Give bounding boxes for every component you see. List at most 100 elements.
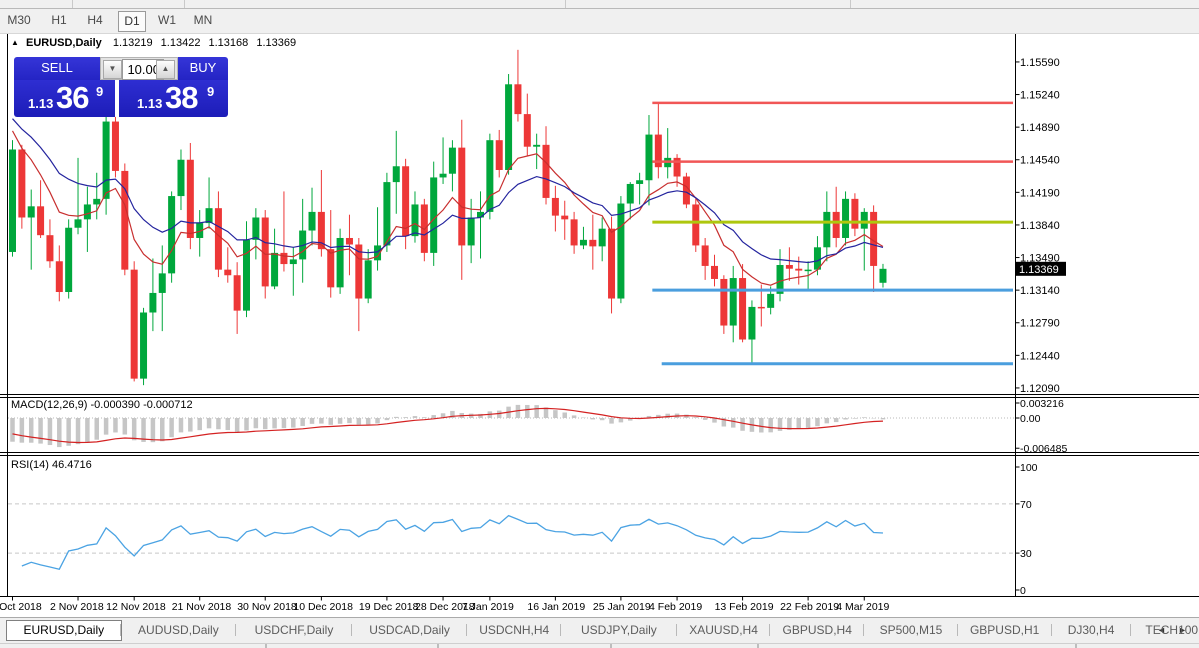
- candle-body: [345, 237, 353, 245]
- timeframe-toolbar: M30 H1 H4 D1 W1 MN: [0, 9, 1199, 34]
- rsi-line: [21, 514, 884, 570]
- volume-decrease-button[interactable]: ▼: [103, 60, 122, 79]
- candle-body: [570, 219, 578, 246]
- candle-body: [458, 147, 466, 246]
- candle-body: [168, 196, 176, 274]
- date-tick-label: 4 Feb 2019: [649, 601, 702, 613]
- macd-indicator-label: MACD(12,26,9) -0.000390 -0.000712: [11, 399, 193, 411]
- candle-body: [804, 269, 812, 272]
- date-tick-label: 2 Nov 2018: [50, 601, 104, 613]
- chart-tab-gbpusd-h1[interactable]: GBPUSD,H1: [959, 620, 1051, 640]
- candle-body: [748, 306, 756, 340]
- candle-body: [37, 206, 45, 236]
- candle-body: [739, 278, 747, 340]
- price-tick-label: 1.14190: [1020, 187, 1060, 199]
- candle-body: [860, 211, 868, 229]
- chart-tab-dj30-h4[interactable]: DJ30,H4: [1053, 620, 1130, 640]
- splitter-mark: [610, 644, 612, 648]
- price-tick-label: 1.13840: [1020, 220, 1060, 232]
- buy-button[interactable]: BUY: [178, 57, 228, 81]
- chart-tab-eurusd-daily[interactable]: EURUSD,Daily: [6, 620, 122, 641]
- chart-tab-bar: ◄ ► EURUSD,Daily AUDUSD,Daily USDCHF,Daily…: [0, 617, 1199, 643]
- macd-panel-plot[interactable]: [8, 404, 1014, 448]
- chart-tab-usdcad-daily[interactable]: USDCAD,Daily: [353, 620, 467, 640]
- price-axis[interactable]: 1.15590 1.15240 1.14890 1.14540 1.14190 1.138…: [1015, 57, 1067, 395]
- toolbar-dock-strip: [0, 0, 1199, 9]
- splitter-mark: [437, 644, 439, 648]
- sell-button[interactable]: SELL: [14, 57, 100, 81]
- candle-body: [430, 177, 438, 253]
- chart-tab-audusd-daily[interactable]: AUDUSD,Daily: [122, 620, 236, 640]
- chart-tab-usdjpy-daily[interactable]: USDJPY,Daily: [562, 620, 676, 640]
- candle-body: [495, 140, 503, 170]
- timeframe-button-h4[interactable]: H4: [82, 11, 108, 30]
- price-tick-label: 1.15240: [1020, 90, 1060, 102]
- price-tick-label: 1.15590: [1020, 57, 1060, 69]
- timeframe-button-mn[interactable]: MN: [190, 11, 216, 30]
- toolbar-separator: [850, 0, 851, 8]
- date-axis[interactable]: 24 Oct 2018 2 Nov 201812 Nov 2018 21 Nov 2…: [0, 596, 890, 614]
- candle-body: [243, 239, 250, 311]
- candle-body: [18, 149, 26, 218]
- candle-body: [65, 227, 73, 293]
- one-click-trade-panel: SELL ▼ ▲ BUY 1.13 36 9 1.13 38 9: [14, 57, 228, 117]
- buy-price-button[interactable]: 1.13 38 9: [119, 80, 228, 117]
- rsi-axis[interactable]: 100 70 30 0: [1015, 462, 1038, 597]
- chart-tab-sp500-m15[interactable]: SP500,M15: [865, 620, 957, 640]
- candle-body: [233, 275, 241, 311]
- candle-body: [505, 84, 513, 170]
- macd-tick-label: 0.00: [1020, 413, 1041, 425]
- tab-separator: [466, 624, 468, 636]
- price-tick-label: 1.12790: [1020, 318, 1060, 330]
- sell-price-button[interactable]: 1.13 36 9: [14, 80, 115, 117]
- chart-tab-usdcnh-h4[interactable]: USDCNH,H4: [468, 620, 560, 640]
- current-price-badge-label: 1.13369: [1019, 264, 1059, 276]
- macd-axis[interactable]: 0.003216 0.00 -0.006485: [1015, 398, 1068, 455]
- ohlc-open: 1.13219: [112, 37, 153, 49]
- splitter-mark: [757, 644, 759, 648]
- candle-body: [617, 203, 625, 299]
- candle-body: [9, 149, 16, 252]
- candle-body: [823, 211, 831, 248]
- price-tick-label: 1.14890: [1020, 122, 1060, 134]
- collapse-panel-icon[interactable]: ▲: [11, 38, 19, 47]
- rsi-panel-plot[interactable]: [8, 503, 1014, 570]
- rsi-value: 46.4716: [51, 459, 92, 471]
- candle-body: [608, 228, 616, 299]
- timeframe-button-d1[interactable]: D1: [118, 11, 146, 32]
- chart-tab-tech100-h1[interactable]: TECH100,H1: [1132, 620, 1199, 640]
- toolbar-separator: [184, 0, 185, 8]
- candle-body: [533, 144, 541, 147]
- candle-body: [832, 211, 840, 238]
- date-tick-label: 12 Nov 2018: [106, 601, 166, 613]
- timeframe-button-h1[interactable]: H1: [46, 11, 72, 30]
- candle-body: [842, 198, 850, 238]
- sell-price-big-digits: 36: [56, 80, 89, 115]
- candle-body: [785, 264, 793, 269]
- price-tick-label: 1.12090: [1020, 383, 1060, 395]
- candle-body: [851, 198, 859, 229]
- chart-tab-xauusd-h4[interactable]: XAUUSD,H4: [678, 620, 770, 640]
- volume-increase-button[interactable]: ▲: [156, 60, 175, 79]
- candle-body: [83, 204, 91, 220]
- candle-body: [711, 265, 718, 279]
- chart-tab-gbpusd-h4[interactable]: GBPUSD,H4: [771, 620, 863, 640]
- candle-body: [392, 166, 400, 183]
- candle-body: [757, 306, 765, 309]
- chart-header: ▲ EURUSD,Daily 1.13219 1.13422 1.13168 1…: [11, 37, 301, 49]
- candle-body: [93, 198, 101, 205]
- candle-body: [214, 208, 222, 270]
- rsi-tick-label: 100: [1020, 462, 1038, 474]
- candle-body: [720, 278, 728, 326]
- candle-body: [879, 268, 887, 283]
- mt4-window: 1.15590 1.15240 1.14890 1.14540 1.14190 1.138…: [0, 0, 1199, 648]
- candle-body: [598, 228, 606, 247]
- timeframe-button-m30[interactable]: M30: [2, 11, 36, 30]
- timeframe-button-w1[interactable]: W1: [154, 11, 180, 30]
- candle-body: [523, 114, 531, 147]
- chart-tab-usdchf-daily[interactable]: USDCHF,Daily: [237, 620, 351, 640]
- date-tick-label: 19 Dec 2018: [359, 601, 419, 613]
- candle-body: [402, 166, 410, 237]
- candle-body: [383, 182, 391, 246]
- candle-body: [111, 121, 119, 171]
